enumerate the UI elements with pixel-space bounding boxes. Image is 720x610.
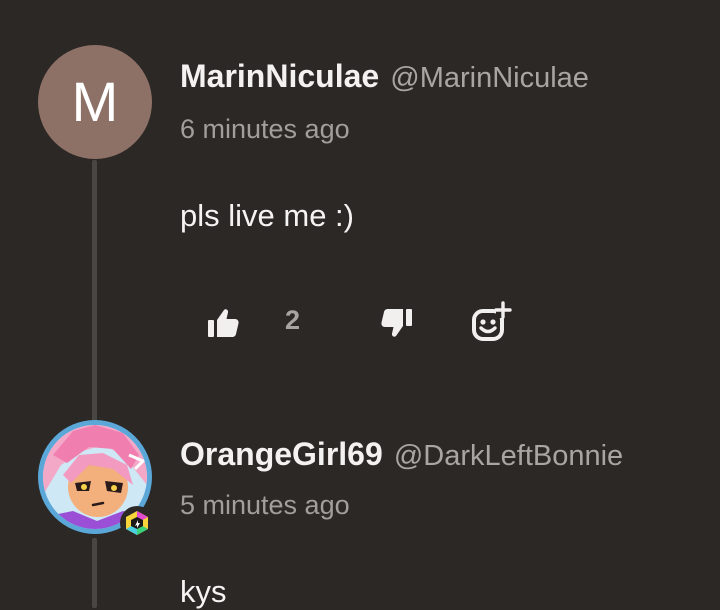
comment-text: pls live me :)	[180, 198, 354, 233]
author-line: MarinNiculae @MarinNiculae	[180, 58, 589, 95]
add-reaction-button[interactable]	[470, 300, 514, 344]
author-handle[interactable]: @MarinNiculae	[390, 62, 589, 94]
author-name[interactable]: OrangeGirl69	[180, 436, 383, 472]
thumbs-down-icon	[381, 309, 412, 337]
author-handle[interactable]: @DarkLeftBonnie	[394, 440, 623, 472]
like-count: 2	[285, 305, 301, 335]
thread-line	[92, 160, 97, 422]
creator-badge-icon	[126, 511, 148, 535]
dislike-button[interactable]	[378, 305, 416, 341]
author-name[interactable]: MarinNiculae	[180, 58, 379, 94]
comment-timestamp: 5 minutes ago	[180, 490, 350, 520]
thread-line	[92, 538, 97, 608]
avatar[interactable]: M	[38, 45, 152, 159]
thumbs-up-icon	[208, 309, 239, 337]
add-reaction-icon	[472, 301, 512, 341]
avatar-letter: M	[71, 70, 119, 133]
comment-timestamp: 6 minutes ago	[180, 114, 350, 144]
like-button[interactable]	[204, 305, 242, 341]
comment-text: kys	[180, 574, 227, 609]
creator-badge	[120, 506, 154, 540]
author-line: OrangeGirl69 @DarkLeftBonnie	[180, 436, 623, 473]
